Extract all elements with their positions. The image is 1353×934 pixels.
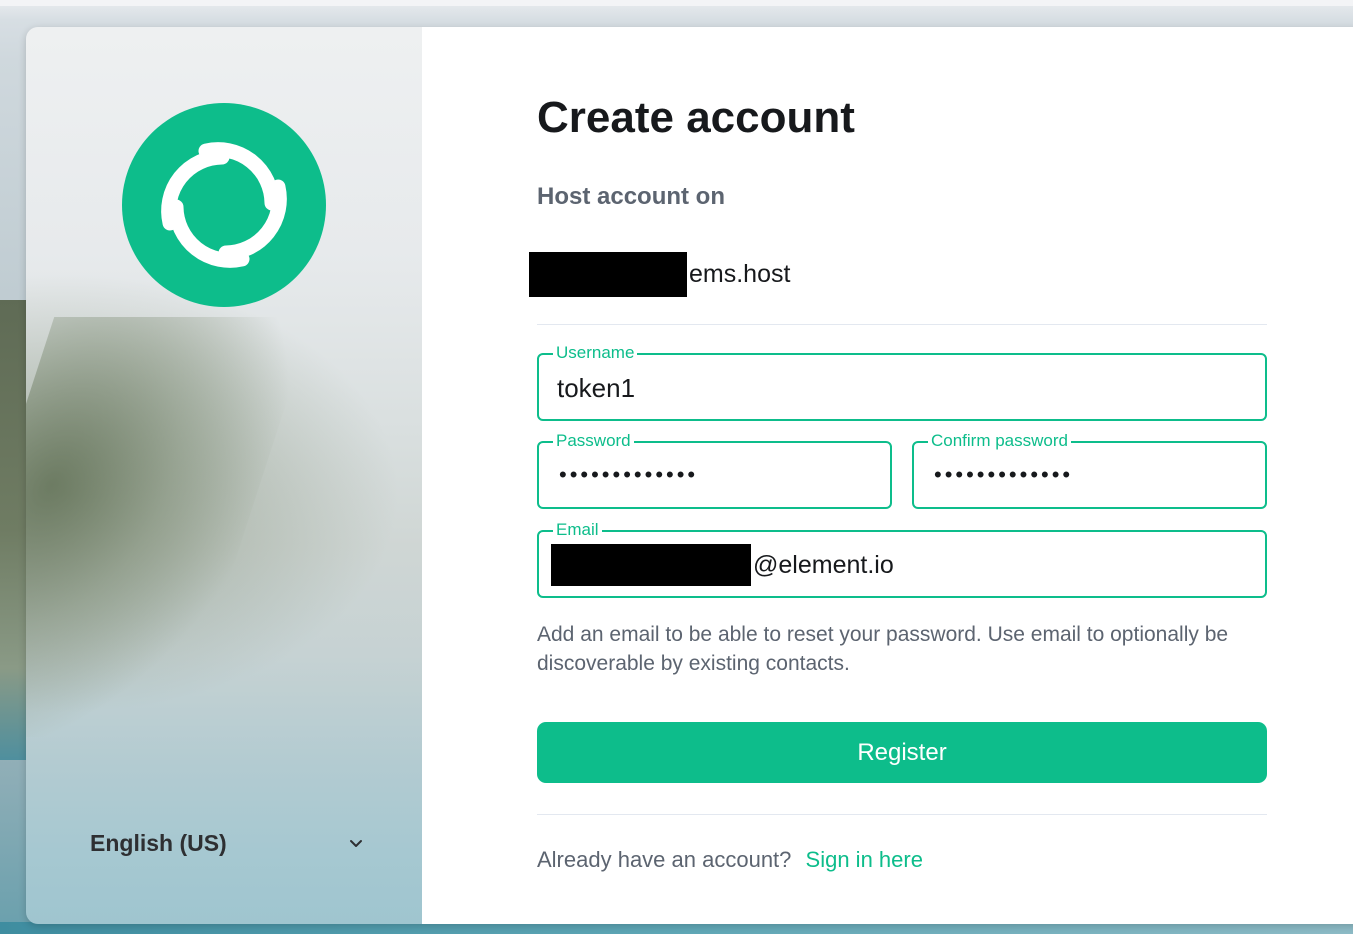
register-button[interactable]: Register (537, 722, 1267, 783)
email-help-text: Add an email to be able to reset your pa… (537, 623, 1229, 675)
signin-link[interactable]: Sign in here (806, 847, 923, 872)
username-label: Username (553, 343, 638, 363)
form-panel: Create account Host account on ems.host … (422, 27, 1353, 924)
element-logo-icon (122, 103, 326, 307)
confirm-password-input[interactable]: ••••••••••••• (934, 462, 1073, 488)
signin-prompt: Already have an account? (537, 847, 792, 872)
email-field[interactable]: Email @element.io (537, 520, 1267, 598)
top-bar (0, 0, 1353, 6)
email-domain: @element.io (753, 550, 894, 579)
email-input[interactable]: @element.io (551, 544, 894, 586)
redaction-box (551, 544, 751, 586)
language-selector[interactable]: English (US) (90, 823, 370, 863)
email-label: Email (553, 520, 602, 540)
registration-dialog: English (US) Create account Host account… (26, 27, 1353, 924)
divider (537, 324, 1267, 325)
branding-panel: English (US) (26, 27, 422, 924)
language-label: English (US) (90, 829, 227, 856)
homeserver-name: ems.host (529, 252, 790, 297)
landscape-hill (26, 317, 315, 737)
username-field[interactable]: Username token1 (537, 343, 1267, 421)
signin-row: Already have an account? Sign in here (537, 847, 923, 873)
password-field[interactable]: Password ••••••••••••• (537, 431, 892, 509)
password-label: Password (553, 431, 634, 451)
username-input[interactable]: token1 (557, 373, 635, 404)
confirm-password-field[interactable]: Confirm password ••••••••••••• (912, 431, 1267, 509)
password-input[interactable]: ••••••••••••• (559, 462, 698, 488)
divider (537, 814, 1267, 815)
redaction-box (529, 252, 687, 297)
background-landscape (0, 300, 26, 760)
page-title: Create account (537, 93, 855, 142)
host-label: Host account on (537, 183, 726, 210)
confirm-password-label: Confirm password (928, 431, 1071, 451)
chevron-down-icon (350, 840, 362, 847)
server-suffix: ems.host (689, 260, 791, 288)
